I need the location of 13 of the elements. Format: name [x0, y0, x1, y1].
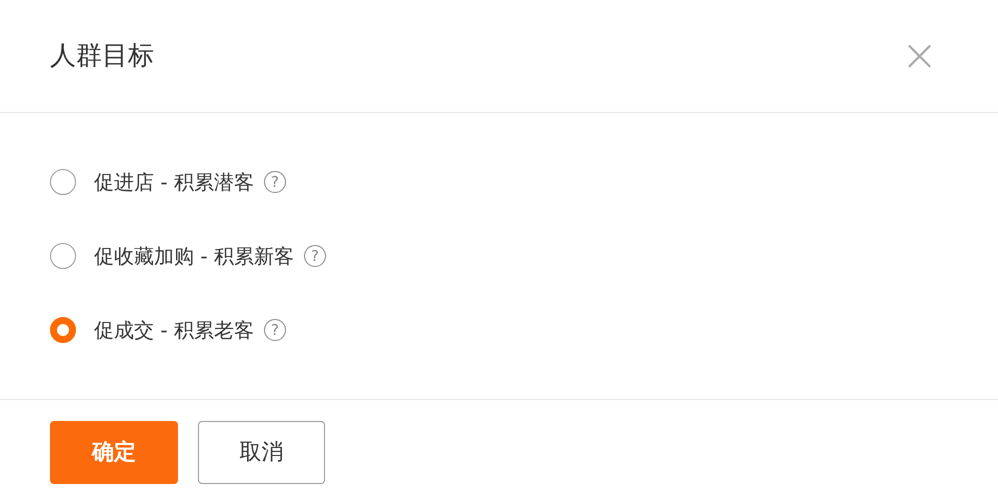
- dialog-title: 人群目标: [50, 40, 154, 72]
- help-icon[interactable]: ?: [304, 245, 326, 267]
- cancel-button[interactable]: 取消: [198, 421, 325, 484]
- help-icon[interactable]: ?: [264, 319, 286, 341]
- close-button[interactable]: ×: [901, 34, 938, 78]
- option-label: 促进店 - 积累潜客: [94, 169, 254, 196]
- help-icon[interactable]: ?: [264, 171, 286, 193]
- radio-button[interactable]: [50, 243, 76, 269]
- option-label: 促收藏加购 - 积累新客: [94, 243, 294, 270]
- radio-button[interactable]: [50, 169, 76, 195]
- option-label: 促成交 - 积累老客: [94, 317, 254, 344]
- confirm-button[interactable]: 确定: [50, 421, 178, 484]
- radio-button[interactable]: [50, 317, 76, 343]
